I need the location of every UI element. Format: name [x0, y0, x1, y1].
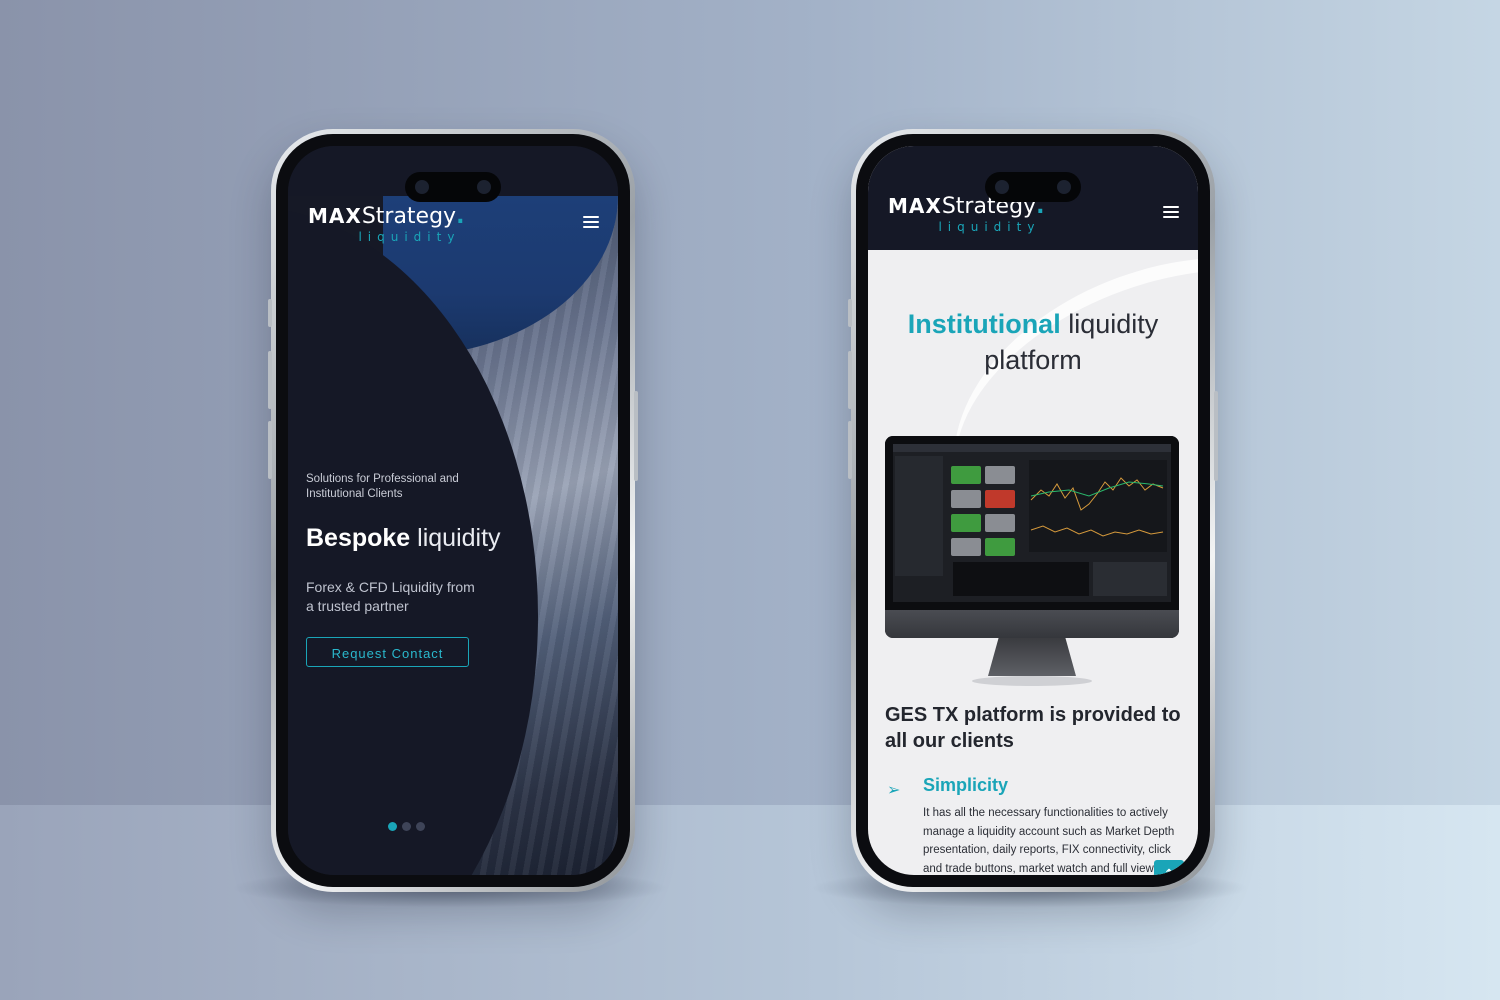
app-toolbar	[893, 444, 1171, 452]
logo-dot: .	[456, 204, 465, 229]
logo-subtitle: liquidity	[938, 220, 1041, 234]
watchlist-panel	[895, 456, 943, 576]
volume-down-button	[268, 421, 272, 479]
hamburger-icon[interactable]	[583, 216, 599, 229]
sensor-icon	[415, 180, 429, 194]
hero-description: Forex & CFD Liquidity from a trusted par…	[306, 579, 475, 614]
orders-panel	[953, 562, 1089, 596]
price-tile	[951, 490, 981, 508]
power-button	[634, 391, 638, 481]
platform-monitor-image	[885, 436, 1179, 638]
trading-platform-screenshot	[893, 444, 1171, 602]
title-accent: Institutional	[907, 309, 1061, 339]
feature-title: Simplicity	[923, 775, 1009, 795]
price-tile	[985, 514, 1015, 532]
price-tile	[951, 466, 981, 484]
monitor-stand-base	[972, 676, 1092, 686]
power-button	[1214, 391, 1218, 481]
scroll-to-top-button[interactable]: ↑	[1154, 860, 1184, 875]
arrow-right-icon: ➢	[887, 780, 901, 799]
sensor-icon	[995, 180, 1009, 194]
mute-switch	[848, 299, 852, 327]
feature-description: It has all the necessary functionalities…	[923, 807, 1175, 875]
hero-screen: MAXStrategy. liquidity Solutions for Pro…	[288, 146, 618, 875]
price-tile	[985, 538, 1015, 556]
dynamic-island	[985, 172, 1081, 202]
monitor-stand	[988, 638, 1076, 676]
hamburger-icon[interactable]	[1163, 206, 1179, 219]
hero-tagline: Solutions for Professional and Instituti…	[306, 473, 459, 500]
request-contact-button[interactable]: Request Contact	[306, 637, 469, 667]
price-tile	[985, 490, 1015, 508]
camera-icon	[477, 180, 491, 194]
price-tile	[951, 538, 981, 556]
mute-switch	[268, 299, 272, 327]
logo-max: MAX	[888, 194, 942, 218]
price-chart-graphic	[1030, 477, 1164, 537]
volume-up-button	[848, 351, 852, 409]
volume-down-button	[848, 421, 852, 479]
phone-mockup-platform: MAXStrategy. liquidity Institutional liq…	[848, 129, 1218, 892]
dynamic-island	[405, 172, 501, 202]
price-tile	[985, 466, 1015, 484]
logo-strategy: Strategy	[361, 204, 457, 229]
price-chart-panel	[1029, 460, 1167, 552]
section-title: Institutional liquidity platform	[888, 306, 1178, 378]
logo-subtitle: liquidity	[358, 230, 461, 244]
headline-bold: Bespoke	[306, 524, 411, 552]
logo-max: MAX	[308, 204, 362, 228]
headline-light: liquidity	[417, 524, 501, 552]
phone-mockup-hero: MAXStrategy. liquidity Solutions for Pro…	[268, 129, 638, 892]
carousel-dot-1[interactable]	[388, 822, 397, 831]
monitor-chin	[885, 610, 1179, 638]
floor-surface	[0, 805, 1500, 1000]
carousel-dot-2[interactable]	[402, 822, 411, 831]
volume-up-button	[268, 351, 272, 409]
price-tile	[951, 514, 981, 532]
hero-headline: Bespoke liquidity	[306, 524, 501, 553]
log-panel	[1093, 562, 1167, 596]
platform-screen: MAXStrategy. liquidity Institutional liq…	[868, 146, 1198, 875]
camera-icon	[1057, 180, 1071, 194]
carousel-dots	[388, 816, 430, 835]
brand-logo[interactable]: MAXStrategy. liquidity	[308, 204, 465, 244]
arrow-up-icon: ↑	[1163, 867, 1175, 875]
carousel-dot-3[interactable]	[416, 822, 425, 831]
platform-heading: GES TX platform is provided to all our c…	[885, 704, 1181, 752]
